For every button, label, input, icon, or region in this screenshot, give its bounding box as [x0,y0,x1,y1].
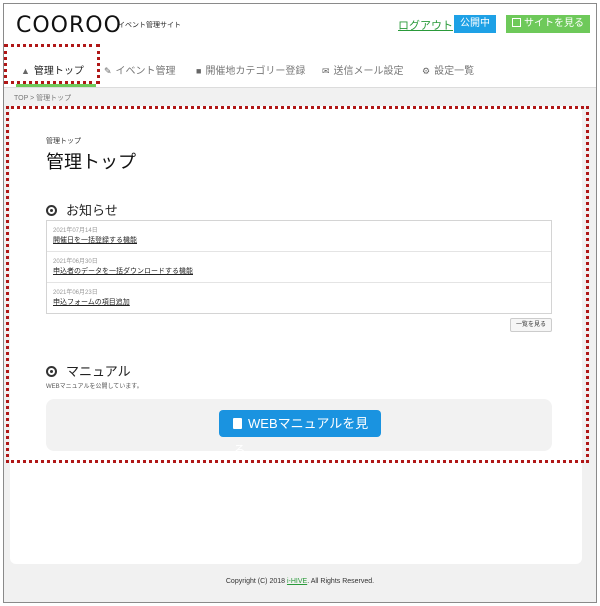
tab-mail-settings[interactable]: ✉ 送信メール設定 [322,62,404,77]
page-small-title: 管理トップ [46,138,81,145]
tab-venue-category-label: 開催地カテゴリー登録 [205,66,306,77]
active-tab-indicator [16,84,96,87]
status-badge[interactable]: 公開中 [454,15,496,33]
page-title: 管理トップ [46,152,136,172]
folder-icon: ■ [196,66,202,76]
footer-rights: . All Rights Reserved. [307,578,375,585]
view-site-label: サイトを見る [524,18,584,29]
target-icon [46,366,57,377]
news-list: 2021年07月14日 開催日を一括登録する機能 2021年06月30日 申込者… [46,220,552,314]
view-site-button[interactable]: サイトを見る [506,15,590,33]
news-heading: お知らせ [46,200,118,219]
target-icon [46,205,57,216]
news-date: 2021年06月30日 [53,259,98,265]
book-icon [233,418,242,429]
news-heading-label: お知らせ [66,203,118,218]
news-link[interactable]: 開催日を一括登録する機能 [53,235,551,246]
footer: Copyright (C) 2018 i-HIVE. All Rights Re… [0,578,600,585]
tab-mail-settings-label: 送信メール設定 [333,66,404,77]
manual-heading: マニュアル [46,361,131,380]
external-link-icon [512,18,521,27]
gear-icon: ⚙ [422,66,431,76]
tab-event-management[interactable]: ✎ イベント管理 [104,62,176,77]
news-link[interactable]: 申込者のデータを一括ダウンロードする機能 [53,266,551,277]
site-logo[interactable]: COOROO [16,13,122,38]
footer-company-link[interactable]: i-HIVE [287,578,307,585]
list-item: 2021年07月14日 開催日を一括登録する機能 [47,221,551,252]
highlight-nav-box [4,44,100,84]
view-all-news-button[interactable]: 一覧を見る [510,318,552,332]
list-item: 2021年06月30日 申込者のデータを一括ダウンロードする機能 [47,252,551,283]
pencil-icon: ✎ [104,66,112,76]
manual-description: WEBマニュアルを公開しています。 [46,384,143,390]
manual-heading-label: マニュアル [66,364,131,379]
tab-settings-list-label: 設定一覧 [434,66,475,77]
breadcrumb: TOP > 管理トップ [14,95,72,102]
news-date: 2021年06月23日 [53,290,98,296]
list-item: 2021年06月23日 申込フォームの項目追加 [47,283,551,314]
mail-icon: ✉ [322,66,330,76]
tab-settings-list[interactable]: ⚙ 設定一覧 [422,62,474,77]
news-link[interactable]: 申込フォームの項目追加 [53,297,551,308]
logo-subtitle: イベント管理サイト [118,22,181,29]
header-bar: COOROO イベント管理サイト ログアウト 公開中 サイトを見る [4,4,596,48]
view-manual-button[interactable]: WEBマニュアルを見る [219,410,381,458]
tab-venue-category[interactable]: ■ 開催地カテゴリー登録 [196,62,305,77]
footer-copyright: Copyright (C) 2018 [225,578,287,585]
tab-event-management-label: イベント管理 [115,66,176,77]
logout-link[interactable]: ログアウト [398,17,453,33]
news-date: 2021年07月14日 [53,228,98,234]
